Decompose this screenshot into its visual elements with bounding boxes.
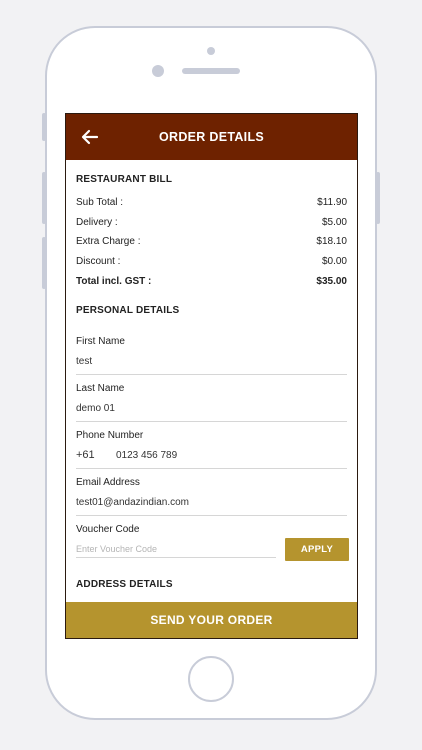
app-header: ORDER DETAILS — [66, 114, 357, 160]
bill-value: $5.00 — [321, 217, 347, 228]
phone-camera — [152, 65, 164, 77]
phone-side-button — [42, 237, 46, 289]
field-underline — [76, 515, 347, 516]
bill-row-extra-charge: Extra Charge : $18.10 — [76, 236, 347, 247]
bill-value: $0.00 — [321, 256, 347, 267]
bill-value: $18.10 — [316, 236, 347, 247]
bill-label: Extra Charge : — [76, 236, 141, 247]
bill-label: Sub Total : — [76, 197, 124, 208]
phone-side-button — [376, 172, 380, 224]
field-underline — [76, 468, 347, 469]
apply-voucher-button[interactable]: APPLY — [285, 538, 349, 561]
app-screen: ORDER DETAILS RESTAURANT BILL Sub Total … — [65, 113, 358, 639]
phone-number-field[interactable]: 0123 456 789 — [116, 450, 177, 461]
field-underline — [76, 421, 347, 422]
bill-row-discount: Discount : $0.00 — [76, 256, 347, 267]
bill-value: $11.90 — [317, 197, 347, 208]
phone-side-button — [42, 172, 46, 224]
phone-number-label: Phone Number — [76, 430, 144, 441]
phone-home-button — [188, 656, 234, 702]
send-order-button[interactable]: SEND YOUR ORDER — [66, 602, 357, 638]
bill-label: Total incl. GST : — [76, 276, 152, 287]
arrow-left-icon[interactable] — [80, 127, 100, 147]
phone-side-button — [42, 113, 46, 141]
email-label: Email Address — [76, 477, 140, 488]
phone-speaker — [182, 68, 240, 74]
bill-row-total: Total incl. GST : $35.00 — [76, 276, 347, 287]
bill-row-subtotal: Sub Total : $11.90 — [76, 197, 347, 208]
last-name-field[interactable]: demo 01 — [76, 403, 115, 414]
bill-row-delivery: Delivery : $5.00 — [76, 217, 347, 228]
bill-label: Discount : — [76, 256, 121, 267]
personal-details-title: PERSONAL DETAILS — [76, 305, 180, 316]
bill-value: $35.00 — [316, 276, 347, 287]
page-title: ORDER DETAILS — [158, 130, 265, 144]
first-name-label: First Name — [76, 336, 125, 347]
restaurant-bill-title: RESTAURANT BILL — [76, 174, 173, 185]
bill-label: Delivery : — [76, 217, 118, 228]
last-name-label: Last Name — [76, 383, 125, 394]
voucher-code-input[interactable] — [76, 540, 276, 558]
field-underline — [76, 374, 347, 375]
phone-country-code[interactable]: +61 — [76, 449, 95, 461]
first-name-field[interactable]: test — [76, 356, 92, 367]
address-details-title: ADDRESS DETAILS — [76, 579, 173, 590]
email-field[interactable]: test01@andazindian.com — [76, 497, 189, 508]
phone-sensor — [207, 47, 215, 55]
voucher-code-label: Voucher Code — [76, 524, 140, 535]
